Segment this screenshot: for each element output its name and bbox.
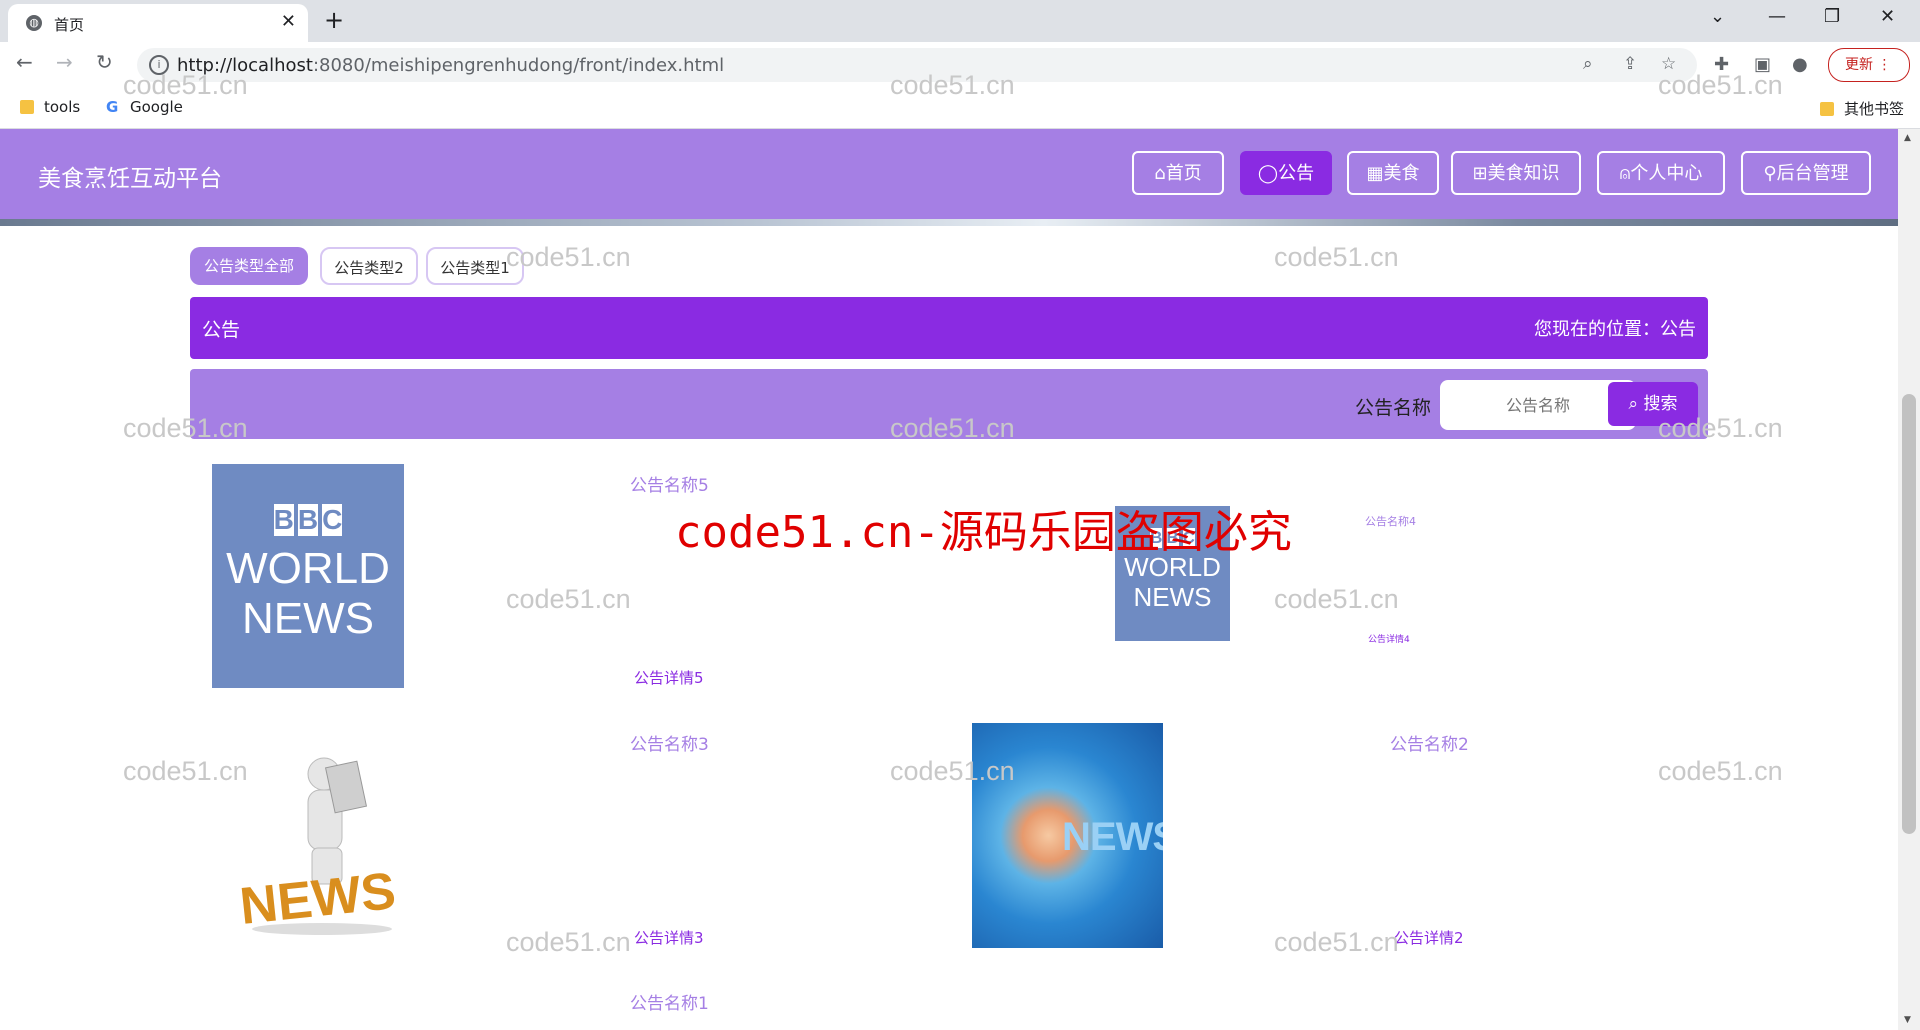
watermark: code51.cn <box>1658 756 1783 786</box>
nav-admin-button[interactable]: ⚲后台管理 <box>1741 151 1871 195</box>
notice-icon: ◯ <box>1257 163 1279 184</box>
notice-detail-link[interactable]: 公告详情4 <box>1368 632 1410 645</box>
watermark: code51.cn <box>123 756 248 786</box>
nav-notice-button[interactable]: ◯公告 <box>1240 151 1332 195</box>
minimize-icon[interactable]: — <box>1768 6 1786 27</box>
section-title: 公告 <box>202 319 241 341</box>
notice-name-link[interactable]: 公告名称5 <box>630 471 709 496</box>
notice-name-link[interactable]: 公告名称3 <box>630 730 709 755</box>
nav-user-center-button[interactable]: ⍝个人中心 <box>1597 151 1725 195</box>
watermark: code51.cn <box>890 413 1015 443</box>
new-tab-icon[interactable]: + <box>324 6 344 34</box>
notice-image[interactable]: BBC WORLD NEWS <box>212 464 404 688</box>
nav-home-button[interactable]: ⌂首页 <box>1132 151 1224 195</box>
image-caption: NEWS <box>1062 815 1163 859</box>
url-text: http://localhost:8080/meishipengrenhudon… <box>177 55 725 76</box>
share-icon[interactable]: ⇪ <box>1623 54 1637 74</box>
browser-tab[interactable]: ◍ 首页 ✕ <box>8 4 308 42</box>
watermark: code51.cn <box>1658 413 1783 443</box>
nav-knowledge-button[interactable]: ⊞美食知识 <box>1451 151 1581 195</box>
nav-food-button[interactable]: ▦美食 <box>1347 151 1439 195</box>
notice-detail-link[interactable]: 公告详情3 <box>634 927 704 948</box>
image-caption: WORLD NEWS <box>226 544 390 643</box>
watermark: code51.cn <box>890 70 1015 100</box>
notice-detail-link[interactable]: 公告详情2 <box>1394 927 1464 948</box>
watermark: code51.cn <box>506 927 631 957</box>
bookmark-tools[interactable]: tools <box>20 98 80 116</box>
copyright-watermark: code51.cn-源码乐园盗图必究 <box>675 507 1292 558</box>
globe-icon: ◍ <box>26 15 42 31</box>
scroll-up-icon[interactable]: ▲ <box>1904 133 1911 143</box>
link-icon: ⚲ <box>1763 163 1777 184</box>
google-icon: G <box>106 98 119 116</box>
notice-name-link[interactable]: 公告名称2 <box>1390 730 1469 755</box>
close-window-icon[interactable]: ✕ <box>1880 6 1895 27</box>
search-input[interactable] <box>1440 380 1636 430</box>
page-scrollbar[interactable]: ▲ ▼ <box>1898 129 1920 1030</box>
search-label: 公告名称 <box>1355 397 1432 419</box>
update-button[interactable]: 更新 ⋮ <box>1828 48 1910 82</box>
watermark: code51.cn <box>506 242 631 272</box>
forward-icon[interactable]: → <box>56 50 73 74</box>
section-title-bar: 公告 您现在的位置：公告 <box>190 297 1708 359</box>
home-icon: ⌂ <box>1154 163 1166 184</box>
banner-strip <box>0 219 1898 226</box>
watermark: code51.cn <box>506 584 631 614</box>
image-caption: WORLD NEWS <box>1124 552 1221 612</box>
notice-name-link[interactable]: 公告名称4 <box>1365 513 1416 529</box>
folder-icon <box>1820 102 1834 116</box>
watermark: code51.cn <box>1274 584 1399 614</box>
tab-title: 首页 <box>54 16 85 34</box>
reload-icon[interactable]: ↻ <box>96 50 113 74</box>
scroll-down-icon[interactable]: ▼ <box>1904 1015 1911 1025</box>
profile-icon[interactable]: ● <box>1792 54 1808 75</box>
zoom-icon[interactable]: ⌕ <box>1583 54 1593 74</box>
close-tab-icon[interactable]: ✕ <box>281 11 296 32</box>
filter-type2-button[interactable]: 公告类型2 <box>320 247 418 285</box>
other-bookmarks[interactable]: 其他书签 <box>1820 98 1904 119</box>
watermark: code51.cn <box>1274 242 1399 272</box>
site-title: 美食烹饪互动平台 <box>38 166 222 192</box>
scrollbar-thumb[interactable] <box>1902 394 1916 834</box>
watermark: code51.cn <box>123 413 248 443</box>
restore-icon[interactable]: ❐ <box>1824 6 1840 27</box>
svg-text:NEWS: NEWS <box>237 862 398 936</box>
watermark: code51.cn <box>1658 70 1783 100</box>
user-icon: ⍝ <box>1619 163 1631 184</box>
knowledge-icon: ⊞ <box>1472 163 1488 184</box>
bbc-logo: BBC <box>273 504 343 536</box>
notice-detail-link[interactable]: 公告详情5 <box>634 667 704 688</box>
watermark: code51.cn <box>890 756 1015 786</box>
tab-search-icon[interactable]: ⌄ <box>1710 6 1725 27</box>
page-viewport: 美食烹饪互动平台 ⌂首页 ◯公告 ▦美食 ⊞美食知识 ⍝个人中心 ⚲后台管理 公… <box>0 129 1898 1030</box>
food-icon: ▦ <box>1366 163 1384 184</box>
folder-icon <box>20 100 34 114</box>
back-icon[interactable]: ← <box>16 50 33 74</box>
breadcrumb: 您现在的位置：公告 <box>1534 319 1696 340</box>
search-icon: ⌕ <box>1628 394 1639 414</box>
browser-tabstrip: ◍ 首页 ✕ + ⌄ — ❐ ✕ <box>0 0 1920 42</box>
filter-all-button[interactable]: 公告类型全部 <box>190 247 308 285</box>
watermark: code51.cn <box>1274 927 1399 957</box>
site-header: 美食烹饪互动平台 ⌂首页 ◯公告 ▦美食 ⊞美食知识 ⍝个人中心 ⚲后台管理 <box>0 129 1898 226</box>
watermark: code51.cn <box>123 70 248 100</box>
notice-name-link[interactable]: 公告名称1 <box>630 989 709 1014</box>
